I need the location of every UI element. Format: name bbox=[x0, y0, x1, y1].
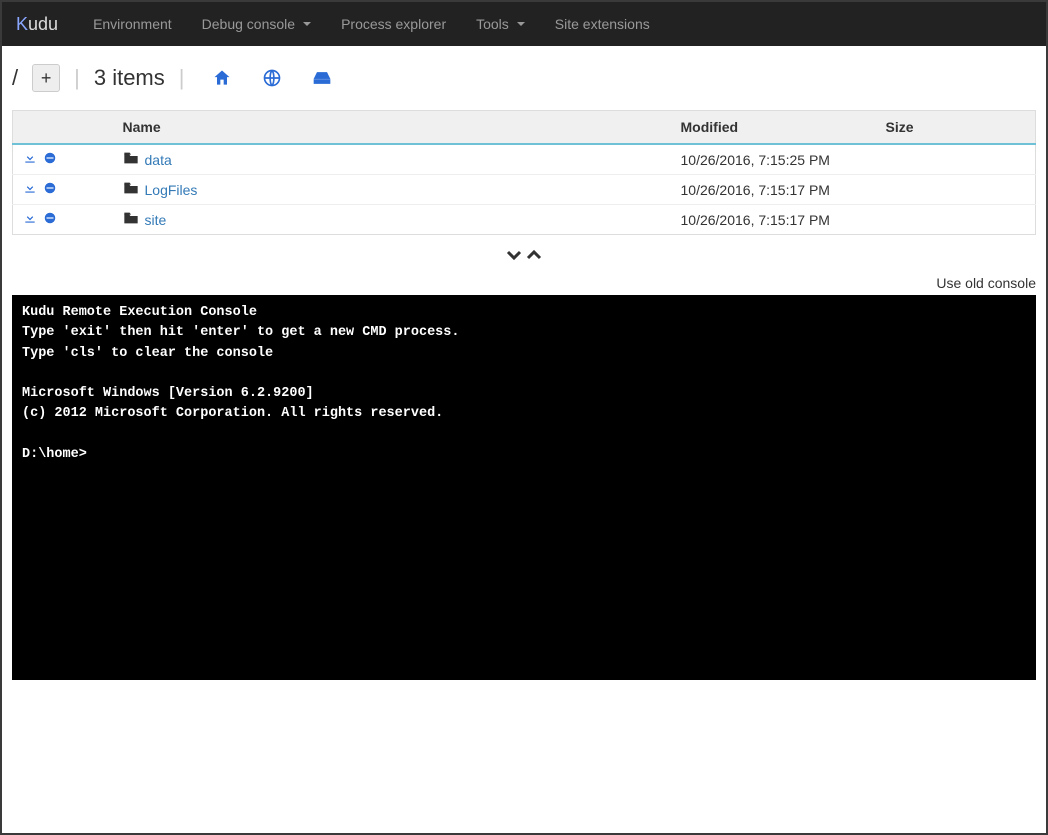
file-table: Name Modified Size data 10/26/2016, 7:15:… bbox=[12, 110, 1036, 235]
add-button[interactable]: + bbox=[32, 64, 60, 92]
nav-site-extensions-label: Site extensions bbox=[555, 16, 650, 32]
plus-icon: + bbox=[41, 68, 52, 89]
console-line: Type 'cls' to clear the console bbox=[22, 346, 273, 361]
col-modified[interactable]: Modified bbox=[671, 111, 876, 145]
brand-rest: udu bbox=[28, 14, 58, 35]
chevron-down-icon[interactable] bbox=[506, 249, 522, 261]
modified-cell: 10/26/2016, 7:15:17 PM bbox=[671, 175, 876, 205]
table-row: site 10/26/2016, 7:15:17 PM bbox=[13, 205, 1036, 235]
console-prompt: D:\home> bbox=[22, 447, 87, 462]
file-browser: Name Modified Size data 10/26/2016, 7:15:… bbox=[2, 110, 1046, 235]
delete-icon[interactable] bbox=[43, 151, 57, 168]
download-icon[interactable] bbox=[23, 151, 37, 168]
nav-tools-label: Tools bbox=[476, 16, 509, 32]
delete-icon[interactable] bbox=[43, 211, 57, 228]
table-row: data 10/26/2016, 7:15:25 PM bbox=[13, 144, 1036, 175]
folder-icon bbox=[123, 182, 139, 198]
download-icon[interactable] bbox=[23, 181, 37, 198]
nav-site-extensions[interactable]: Site extensions bbox=[540, 4, 665, 44]
folder-icon bbox=[123, 152, 139, 168]
download-icon[interactable] bbox=[23, 211, 37, 228]
folder-link[interactable]: LogFiles bbox=[145, 182, 198, 198]
console-line: Kudu Remote Execution Console bbox=[22, 305, 257, 320]
nav-environment-label: Environment bbox=[93, 16, 172, 32]
breadcrumb-root[interactable]: / bbox=[12, 65, 18, 91]
globe-icon[interactable] bbox=[260, 66, 284, 90]
path-toolbar: / + | 3 items | bbox=[2, 46, 1046, 110]
nav-environment[interactable]: Environment bbox=[78, 4, 187, 44]
chevron-down-icon bbox=[303, 22, 311, 26]
brand-logo[interactable]: Kudu bbox=[16, 14, 58, 35]
disk-icon[interactable] bbox=[310, 66, 334, 90]
use-old-console-link[interactable]: Use old console bbox=[2, 275, 1046, 295]
nav-debug-console[interactable]: Debug console bbox=[187, 4, 326, 44]
col-name[interactable]: Name bbox=[113, 111, 671, 145]
chevron-down-icon bbox=[517, 22, 525, 26]
nav-process-explorer[interactable]: Process explorer bbox=[326, 4, 461, 44]
size-cell bbox=[876, 205, 1036, 235]
nav-debug-console-label: Debug console bbox=[202, 16, 295, 32]
size-cell bbox=[876, 144, 1036, 175]
size-cell bbox=[876, 175, 1036, 205]
splitter-handle[interactable] bbox=[2, 235, 1046, 275]
nav-process-explorer-label: Process explorer bbox=[341, 16, 446, 32]
folder-link[interactable]: site bbox=[145, 212, 167, 228]
separator: | bbox=[179, 65, 185, 91]
modified-cell: 10/26/2016, 7:15:25 PM bbox=[671, 144, 876, 175]
col-size[interactable]: Size bbox=[876, 111, 1036, 145]
delete-icon[interactable] bbox=[43, 181, 57, 198]
console-line: (c) 2012 Microsoft Corporation. All righ… bbox=[22, 406, 443, 421]
folder-link[interactable]: data bbox=[145, 152, 172, 168]
modified-cell: 10/26/2016, 7:15:17 PM bbox=[671, 205, 876, 235]
console-line: Microsoft Windows [Version 6.2.9200] bbox=[22, 386, 314, 401]
separator: | bbox=[74, 65, 80, 91]
home-icon[interactable] bbox=[210, 66, 234, 90]
console-line: Type 'exit' then hit 'enter' to get a ne… bbox=[22, 325, 459, 340]
folder-icon bbox=[123, 212, 139, 228]
item-count: 3 items bbox=[94, 65, 165, 91]
brand-first-letter: K bbox=[16, 14, 28, 35]
navbar: Kudu Environment Debug console Process e… bbox=[2, 2, 1046, 46]
console-output[interactable]: Kudu Remote Execution Console Type 'exit… bbox=[12, 295, 1036, 680]
col-actions bbox=[13, 111, 113, 145]
nav-tools[interactable]: Tools bbox=[461, 4, 540, 44]
chevron-up-icon[interactable] bbox=[526, 249, 542, 261]
table-row: LogFiles 10/26/2016, 7:15:17 PM bbox=[13, 175, 1036, 205]
